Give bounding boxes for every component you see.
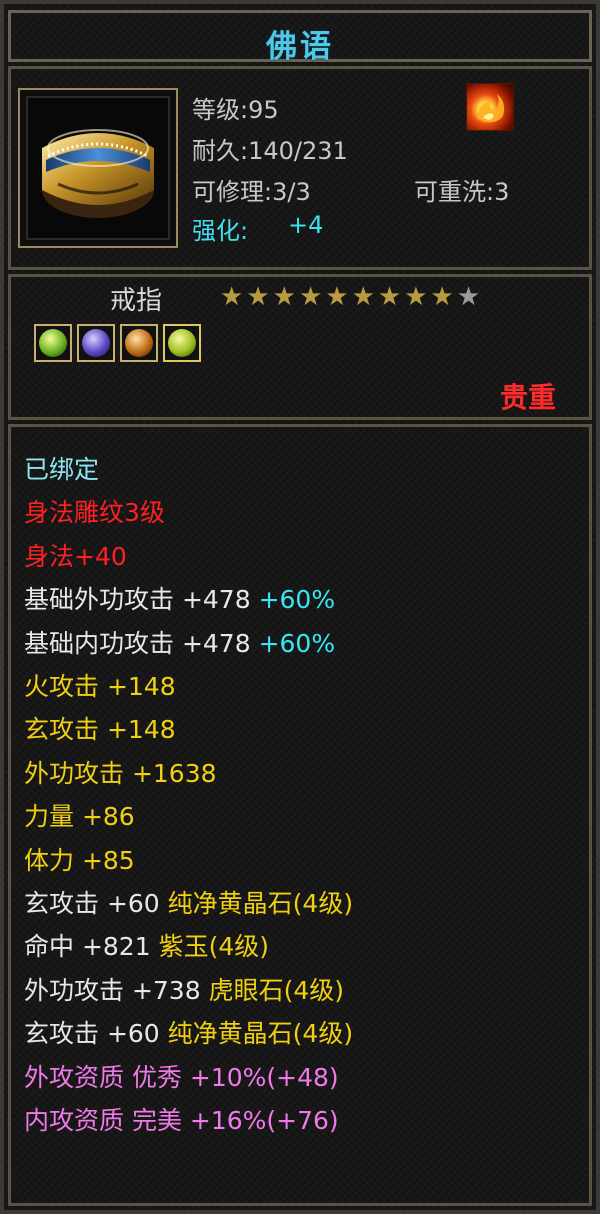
star-filled-icon: ★ [220,282,244,312]
item-rewash-count: 可重洗:3 [414,178,510,206]
star-filled-icon: ★ [351,282,375,312]
gold-ring-icon [42,129,154,218]
attribute-text: 外攻资质 优秀 +10%(+48) [24,1062,339,1092]
attribute-text: 纯净黄晶石(4级) [167,889,354,918]
star-filled-icon: ★ [246,282,270,312]
attribute-row: 火攻击 +148 [24,667,176,703]
attribute-text: 力量 +86 [24,802,135,832]
attribute-text: 外功攻击 +1638 [24,758,217,788]
purple-gem-icon[interactable] [77,324,115,362]
item-durability: 耐久:140/231 [192,137,348,165]
attribute-text: 命中 +821 [24,932,159,962]
attribute-row: 力量 +86 [24,797,135,833]
attribute-text: 内攻资质 完美 +16%(+76) [24,1106,339,1135]
attribute-text: 火攻击 +148 [24,672,176,701]
attribute-text: +60% [258,628,336,658]
attribute-row: 玄攻击 +148 [24,710,176,746]
item-tooltip: 佛语 等级:95 耐久:140/231 可修理:3/3 可重洗:3 强化: +4… [0,0,600,1214]
attribute-row: 命中 +821 紫玉(4级) [24,927,269,963]
attribute-text: 外功攻击 +738 [24,975,209,1005]
attribute-text: 虎眼石(4级) [208,975,344,1005]
attribute-text: 纯净黄晶石(4级) [167,1019,354,1049]
star-filled-icon: ★ [377,282,402,312]
item-repair-count: 可修理:3/3 [192,178,311,206]
star-rating: ★ ★ ★ ★ ★ ★ ★ ★ ★ ★ [220,284,480,310]
green-gem-icon[interactable] [34,324,72,362]
attribute-text: 身法+40 [24,541,127,571]
attribute-text: 紫玉(4级) [158,932,269,962]
attribute-row: 外功攻击 +1638 [24,754,217,790]
attribute-text: 已绑定 [24,455,100,484]
attribute-row: 身法雕纹3级 [24,493,165,529]
item-name: 佛语 [266,29,334,65]
attribute-row: 体力 +85 [24,841,135,877]
attribute-row: 玄攻击 +60 纯净黄晶石(4级) [24,884,353,920]
green-gem-icon[interactable] [163,324,201,362]
star-filled-icon: ★ [430,282,454,312]
item-enhance-value: +4 [288,211,324,239]
rarity-label: 贵重 [499,381,556,414]
attribute-row: 身法+40 [24,537,127,573]
item-icon-frame[interactable] [18,88,178,248]
attribute-text: 玄攻击 +60 [24,889,168,918]
amber-gem-icon[interactable] [120,324,158,362]
title-bar: 佛语 [8,10,592,65]
attribute-text: +60% [258,585,336,615]
attribute-row: 内攻资质 完美 +16%(+76) [24,1101,339,1137]
star-empty-icon: ★ [456,282,481,312]
item-level: 等级:95 [192,96,279,124]
attribute-text: 体力 +85 [24,845,135,875]
star-filled-icon: ★ [298,282,323,312]
attribute-row: 基础外功攻击 +478 +60% [24,580,335,616]
item-type: 戒指 [110,286,163,316]
gem-sockets [34,324,201,362]
attribute-text: 玄攻击 +60 [24,1019,168,1049]
star-filled-icon: ★ [325,282,349,312]
attribute-row: 基础内功攻击 +478 +60% [24,624,335,660]
attribute-text: 基础外功攻击 +478 [24,585,259,615]
attribute-row: 外功攻击 +738 虎眼石(4级) [24,971,344,1007]
attribute-text: 基础内功攻击 +478 [24,628,259,658]
item-enhance-label: 强化: [192,217,249,245]
attribute-text: 身法雕纹3级 [24,498,165,528]
attribute-text: 玄攻击 +148 [24,715,176,745]
attribute-row: 外攻资质 优秀 +10%(+48) [24,1058,339,1094]
fire-element-icon [466,83,514,131]
star-filled-icon: ★ [404,282,428,312]
attribute-row: 已绑定 [24,450,99,486]
star-filled-icon: ★ [272,282,296,312]
attribute-row: 玄攻击 +60 纯净黄晶石(4级) [24,1014,353,1050]
